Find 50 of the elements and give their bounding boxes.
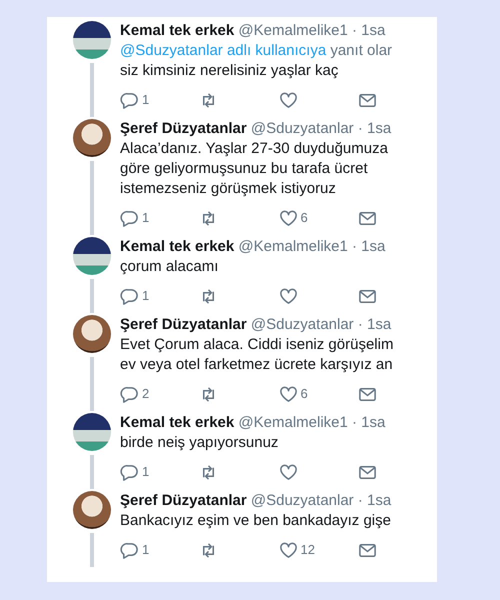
heart-icon[interactable] (278, 462, 298, 482)
reply-icon[interactable] (120, 208, 139, 228)
author-handle: @Kemalmelike1 · 1sa (238, 22, 386, 39)
tweet-text: siz kimsiniz nerelisiniz yaşlar kaç (120, 61, 340, 81)
tweet-text: istemezseniz görüşmek istiyoruz (120, 179, 337, 199)
reply-icon[interactable] (120, 384, 139, 404)
author-handle: @Sduzyatanlar · 1sa (250, 492, 392, 509)
avatar-circle (73, 21, 111, 59)
author-name: Şeref Düzyatanlar (120, 120, 247, 137)
tweet-text: göre geliyormuşsunuz bu tarafa ücret (120, 159, 369, 179)
reply-count: 1 (142, 463, 150, 481)
reply-icon[interactable] (120, 462, 139, 482)
heart-icon[interactable] (278, 90, 298, 110)
mention-link[interactable]: @Sduzyatanlar adlı kullanıcıya (120, 42, 326, 59)
reply-icon[interactable] (120, 540, 139, 560)
reply-count: 2 (142, 385, 150, 403)
author-handle: @Kemalmelike1 · 1sa (238, 238, 386, 255)
author-handle: @Sduzyatanlar · 1sa (250, 120, 392, 137)
author-name: Kemal tek erkek (120, 22, 234, 39)
author-name: Şeref Düzyatanlar (120, 316, 247, 333)
tweet-text: birde neiş yapıyorsunuz (120, 433, 280, 453)
tweet-text: çorum alacamı (120, 257, 220, 277)
like-count: 6 (300, 209, 308, 227)
author-handle: @Sduzyatanlar · 1sa (250, 316, 392, 333)
tweet-text: ev veya otel farketmez ücrete karşıyız an (120, 355, 394, 375)
heart-icon[interactable] (278, 286, 298, 306)
avatar-circle (73, 413, 111, 451)
heart-icon[interactable] (278, 208, 298, 228)
reply-icon[interactable] (120, 286, 139, 306)
like-count: 6 (300, 385, 308, 403)
author-name: Kemal tek erkek (120, 414, 234, 431)
heart-icon[interactable] (278, 384, 298, 404)
tweet-text: Evet Çorum alaca. Ciddi iseniz görüşelim (120, 335, 394, 355)
author-name: Şeref Düzyatanlar (120, 492, 247, 509)
reply-icon[interactable] (120, 90, 139, 110)
reply-count: 1 (142, 91, 150, 109)
reply-count: 1 (142, 541, 150, 559)
avatar-circle (73, 119, 111, 157)
reply-note: yanıt olar (330, 42, 392, 59)
heart-icon[interactable] (278, 540, 298, 560)
tweet-text: Bankacıyız eşim ve ben bankadayız gişe (120, 511, 392, 531)
avatar-circle (73, 491, 111, 529)
like-count: 12 (300, 541, 315, 559)
tweet-text: Alaca’danız. Yaşlar 27-30 duyduğumuza (120, 139, 389, 159)
reply-count: 1 (142, 287, 150, 305)
author-name: Kemal tek erkek (120, 238, 234, 255)
avatar-circle (73, 315, 111, 353)
reply-count: 1 (142, 209, 150, 227)
avatar-circle (73, 237, 111, 275)
author-handle: @Kemalmelike1 · 1sa (238, 414, 386, 431)
